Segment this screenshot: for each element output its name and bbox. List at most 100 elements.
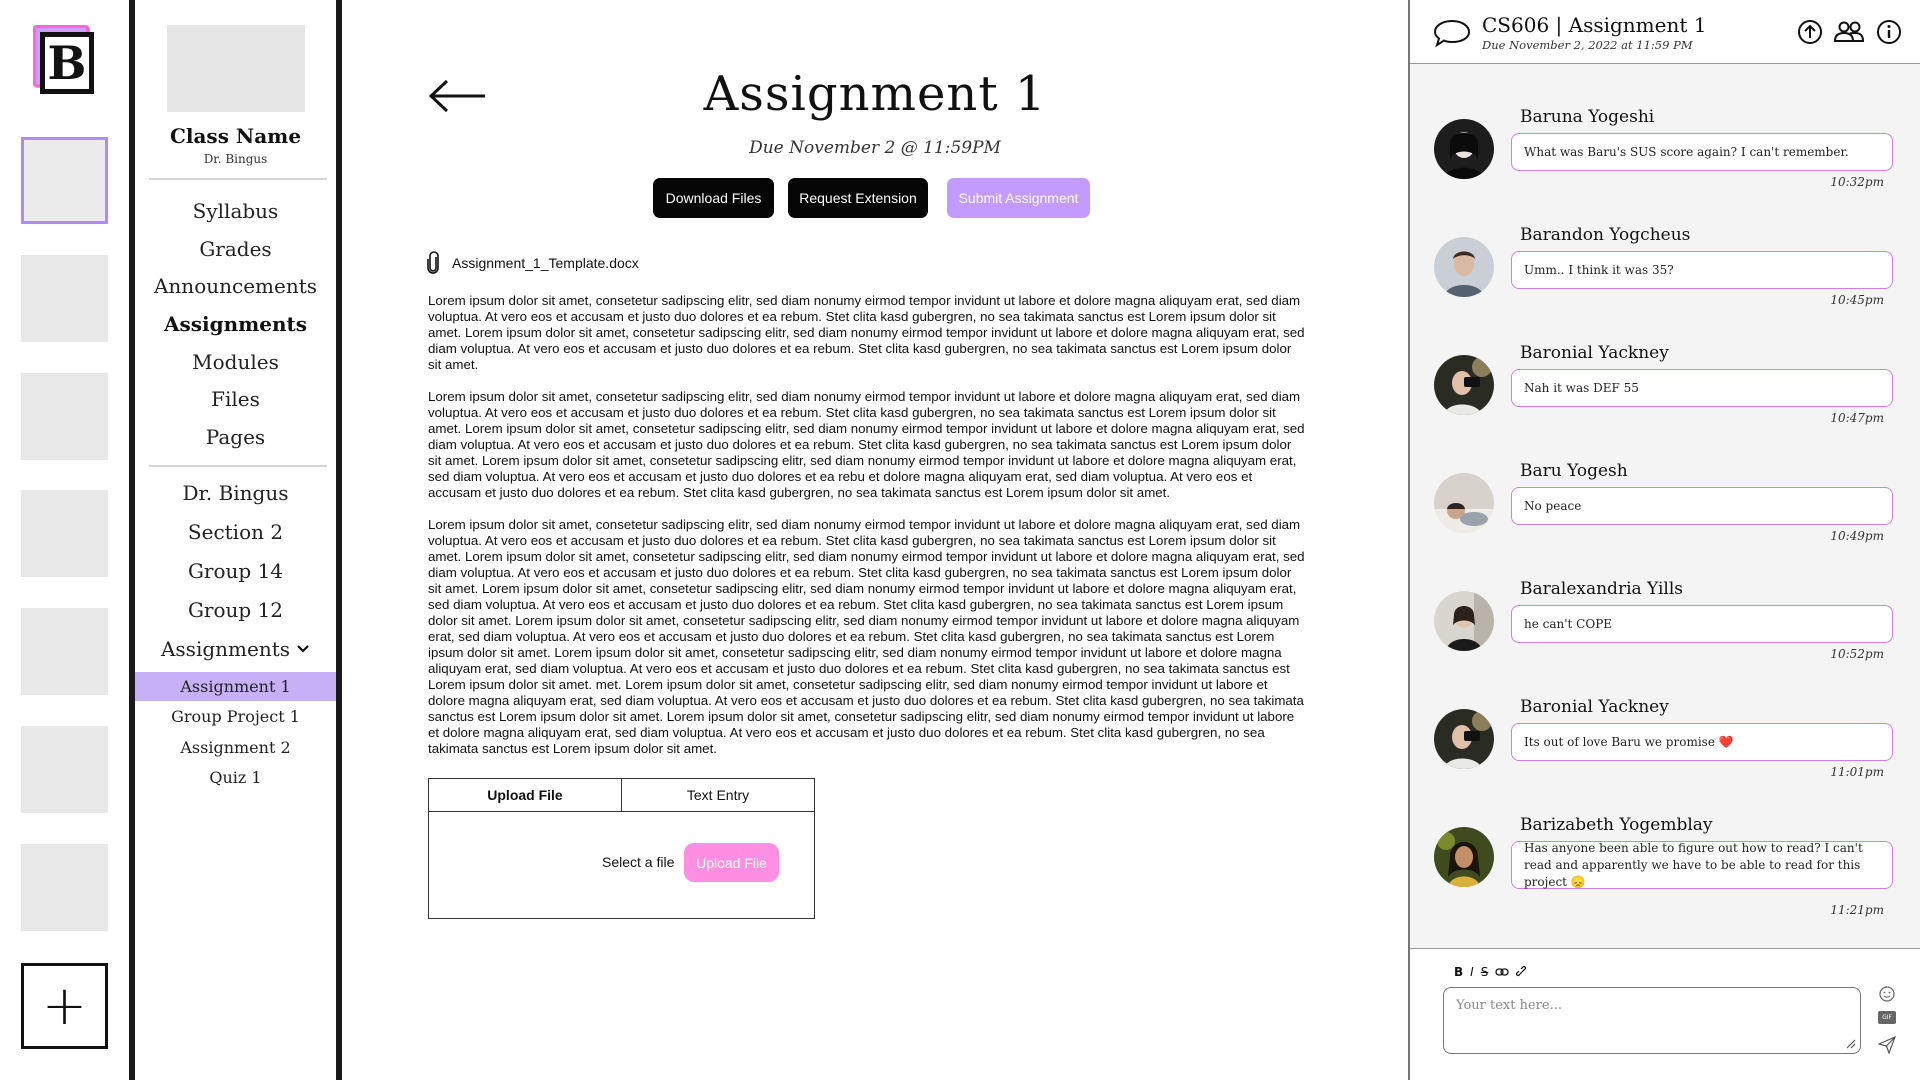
assignment-main: Assignment 1 Due November 2 @ 11:59PM Do…	[342, 0, 1408, 1080]
message-bubble: Has anyone been able to figure out how t…	[1511, 841, 1893, 889]
chat-title: CS606 | Assignment 1	[1482, 13, 1707, 37]
nav-quiz-1[interactable]: Quiz 1	[135, 763, 336, 792]
course-nav: Class Name Dr. Bingus Syllabus Grades An…	[135, 0, 342, 1080]
message-time: 10:49pm	[1830, 529, 1884, 543]
nav-announcements[interactable]: Announcements	[135, 274, 336, 298]
submission-tabs: Upload File Text Entry	[429, 779, 814, 812]
message-time: 10:45pm	[1830, 293, 1884, 307]
message-time: 10:32pm	[1830, 175, 1884, 189]
format-toolbar: B I S	[1454, 965, 1528, 979]
nav-pages[interactable]: Pages	[135, 425, 336, 449]
link-icon[interactable]	[1495, 967, 1509, 977]
avatar[interactable]	[1434, 473, 1494, 533]
attachment-filename: Assignment_1_Template.docx	[452, 255, 639, 271]
rail-course-tile[interactable]	[21, 726, 108, 813]
paperclip-icon	[427, 251, 439, 274]
message-sender: Barizabeth Yogemblay	[1520, 815, 1713, 835]
rail-course-tile[interactable]	[21, 255, 108, 342]
select-file-label: Select a file	[602, 854, 675, 870]
message-sender: Barandon Yogcheus	[1520, 225, 1691, 245]
bold-button[interactable]: B	[1454, 965, 1463, 979]
nav-files[interactable]: Files	[135, 387, 336, 411]
chevron-down-icon	[296, 642, 310, 658]
message-time: 10:47pm	[1830, 411, 1884, 425]
description-paragraph: Lorem ipsum dolor sit amet, consetetur s…	[428, 389, 1305, 500]
message-time: 10:52pm	[1830, 647, 1884, 661]
add-course-button[interactable]: +	[21, 963, 108, 1049]
avatar[interactable]	[1434, 591, 1494, 651]
gif-icon[interactable]: GIF	[1878, 1011, 1896, 1024]
message-time: 11:01pm	[1830, 765, 1884, 779]
message-sender: Baru Yogesh	[1520, 461, 1628, 481]
message-input-placeholder: Your text here...	[1456, 998, 1562, 1013]
course-name: Class Name	[169, 124, 302, 148]
logo-letter: B	[40, 32, 94, 94]
nav-modules[interactable]: Modules	[135, 350, 336, 374]
description-paragraph: Lorem ipsum dolor sit amet, consetetur s…	[428, 293, 1305, 372]
divider	[149, 178, 327, 180]
plus-icon: +	[41, 974, 88, 1037]
avatar[interactable]	[1434, 827, 1494, 887]
upload-file-button[interactable]: Upload File	[684, 843, 779, 882]
nav-syllabus[interactable]: Syllabus	[135, 199, 336, 223]
course-professor: Dr. Bingus	[203, 152, 268, 166]
nav-assignment-2[interactable]: Assignment 2	[135, 733, 336, 762]
info-icon[interactable]	[1876, 19, 1902, 45]
rail-course-tile-active[interactable]	[21, 137, 108, 224]
nav-assignments[interactable]: Assignments	[135, 312, 336, 336]
rail-course-tile[interactable]	[21, 608, 108, 695]
message-bubble: Its out of love Baru we promise ❤️	[1511, 723, 1893, 761]
message-bubble: Nah it was DEF 55	[1511, 369, 1893, 407]
nav-group-dr-bingus[interactable]: Dr. Bingus	[135, 481, 336, 505]
nav-group-project-1[interactable]: Group Project 1	[135, 702, 336, 731]
submit-assignment-button[interactable]: Submit Assignment	[947, 178, 1090, 218]
message-sender: Baronial Yackney	[1520, 343, 1669, 363]
tab-upload-file[interactable]: Upload File	[429, 779, 622, 811]
attachment-link[interactable]: Assignment_1_Template.docx	[426, 251, 639, 275]
nav-group-section-2[interactable]: Section 2	[135, 520, 336, 544]
chat-panel: CS606 | Assignment 1 Due November 2, 202…	[1408, 0, 1920, 1080]
request-extension-button[interactable]: Request Extension	[788, 178, 928, 218]
nav-group-14[interactable]: Group 14	[135, 559, 336, 583]
course-image	[167, 25, 305, 112]
avatar[interactable]	[1434, 355, 1494, 415]
unlink-icon[interactable]	[1516, 966, 1528, 978]
chat-due-date: Due November 2, 2022 at 11:59 PM	[1482, 38, 1693, 52]
emoji-icon[interactable]	[1878, 985, 1896, 1003]
rail-course-tile[interactable]	[21, 490, 108, 577]
submission-box: Upload File Text Entry Select a file Upl…	[428, 778, 815, 919]
assignments-toggle-label: Assignments	[160, 637, 291, 661]
app-rail: B +	[0, 0, 135, 1080]
nav-assignment-1[interactable]: Assignment 1	[135, 672, 336, 701]
message-bubble: No peace	[1511, 487, 1893, 525]
assignment-description: Lorem ipsum dolor sit amet, consetetur s…	[428, 293, 1308, 773]
rail-course-tile[interactable]	[21, 844, 108, 931]
chat-bubble-icon	[1433, 19, 1471, 48]
divider	[149, 465, 327, 467]
due-date: Due November 2 @ 11:59PM	[749, 138, 1001, 158]
avatar[interactable]	[1434, 709, 1494, 769]
avatar[interactable]	[1434, 237, 1494, 297]
italic-button[interactable]: I	[1470, 965, 1474, 979]
message-composer: B I S Your text here... GIF	[1410, 948, 1920, 1080]
strikethrough-button[interactable]: S	[1481, 965, 1489, 979]
message-input[interactable]: Your text here...	[1443, 987, 1861, 1054]
message-bubble: Umm.. I think it was 35?	[1511, 251, 1893, 289]
assignments-dropdown-toggle[interactable]: Assignments	[135, 637, 336, 661]
people-icon[interactable]	[1833, 19, 1865, 45]
page-title: Assignment 1	[703, 66, 1047, 122]
message-bubble: he can't COPE	[1511, 605, 1893, 643]
resize-grip-icon[interactable]	[1844, 1037, 1856, 1049]
nav-grades[interactable]: Grades	[135, 237, 336, 261]
nav-group-12[interactable]: Group 12	[135, 598, 336, 622]
app-logo[interactable]: B	[33, 25, 96, 96]
description-paragraph: Lorem ipsum dolor sit amet, consetetur s…	[428, 517, 1305, 756]
download-files-button[interactable]: Download Files	[653, 178, 774, 218]
chat-header: CS606 | Assignment 1 Due November 2, 202…	[1410, 0, 1920, 64]
rail-course-tile[interactable]	[21, 373, 108, 460]
send-icon[interactable]	[1878, 1036, 1896, 1054]
upload-icon[interactable]	[1797, 19, 1823, 45]
tab-text-entry[interactable]: Text Entry	[622, 779, 814, 811]
avatar[interactable]	[1434, 119, 1494, 179]
message-sender: Baralexandria Yills	[1520, 579, 1684, 599]
